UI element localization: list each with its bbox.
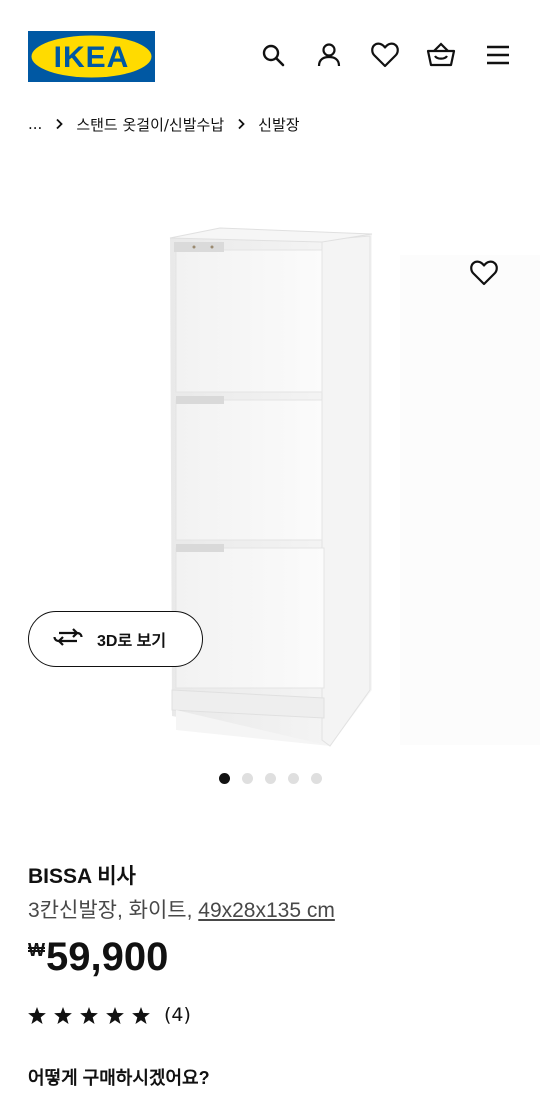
carousel-dot-5[interactable]	[311, 773, 322, 784]
review-count: (4)	[164, 1004, 191, 1026]
ikea-logo[interactable]: IKEA	[28, 31, 155, 82]
search-icon[interactable]	[256, 38, 290, 72]
price-amount: 59,900	[46, 935, 169, 979]
chevron-right-icon	[224, 114, 258, 134]
star-icon	[28, 1006, 46, 1024]
site-header: IKEA	[0, 0, 540, 110]
menu-icon[interactable]	[481, 38, 515, 72]
breadcrumb-item-category[interactable]: 스탠드 옷걸이/신발수납	[76, 114, 224, 135]
star-icon	[80, 1006, 98, 1024]
product-name: BISSA 비사	[28, 865, 136, 888]
product-type-text: 3칸신발장, 화이트,	[28, 899, 199, 922]
rating-stars	[28, 1006, 150, 1024]
carousel-dots	[219, 773, 322, 784]
basket-icon[interactable]	[424, 38, 458, 72]
carousel-dot-3[interactable]	[265, 773, 276, 784]
heart-icon[interactable]	[368, 38, 402, 72]
add-to-favourites-button[interactable]	[466, 255, 502, 291]
breadcrumb-item-current[interactable]: 신발장	[258, 114, 299, 135]
view-3d-label: 3D로 보기	[97, 633, 167, 650]
price-currency: ₩	[28, 940, 45, 960]
product-rating[interactable]: (4)	[28, 1004, 191, 1026]
breadcrumb-ellipsis[interactable]: ...	[28, 115, 42, 133]
carousel-dot-1[interactable]	[219, 773, 230, 784]
purchase-method-heading: 어떻게 구매하시겠어요?	[28, 1068, 210, 1088]
chevron-right-icon	[42, 114, 76, 134]
carousel-dot-4[interactable]	[288, 773, 299, 784]
product-price: ₩ 59,900	[28, 934, 168, 980]
product-dimensions-link[interactable]: 49x28x135 cm	[198, 899, 335, 922]
view-3d-button[interactable]: 3D로 보기	[28, 611, 203, 667]
logo-text: IKEA	[54, 41, 130, 74]
product-image[interactable]	[0, 150, 540, 760]
star-icon	[106, 1006, 124, 1024]
breadcrumb: ... 스탠드 옷걸이/신발수납 신발장	[28, 112, 300, 136]
user-icon[interactable]	[312, 38, 346, 72]
product-description: 3칸신발장, 화이트, 49x28x135 cm	[28, 894, 335, 924]
rotate-3d-icon	[53, 627, 83, 651]
carousel-dot-2[interactable]	[242, 773, 253, 784]
star-icon	[132, 1006, 150, 1024]
star-icon	[54, 1006, 72, 1024]
heart-icon	[470, 260, 498, 286]
